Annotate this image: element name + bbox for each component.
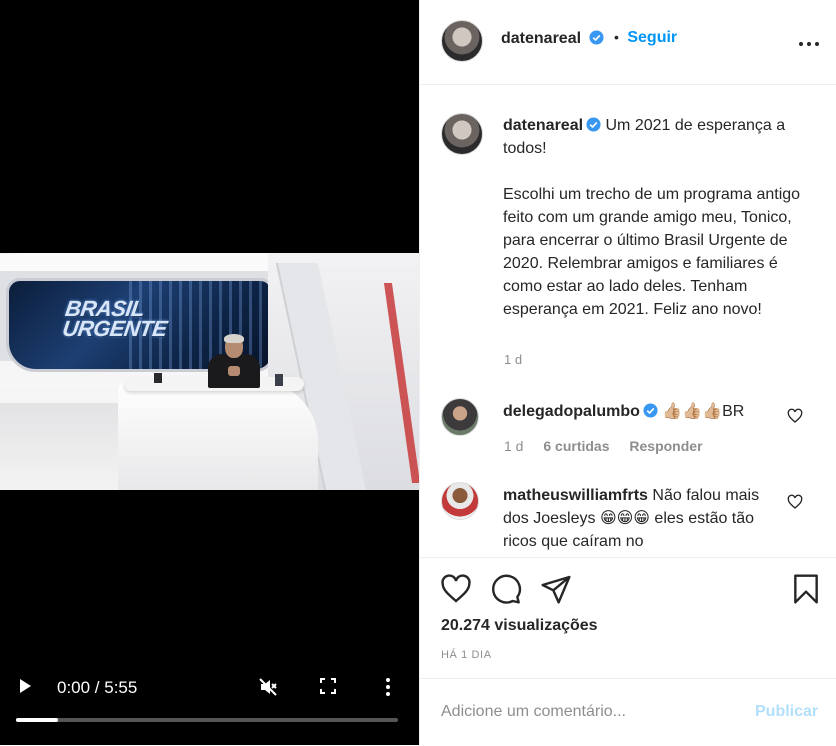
views-count[interactable]: 20.274 visualizações xyxy=(441,617,598,635)
like-comment-icon[interactable] xyxy=(787,494,803,510)
comment-username[interactable]: matheuswilliamfrts xyxy=(503,487,648,504)
like-heart-icon[interactable] xyxy=(440,573,472,605)
video-controls: 0:00 / 5:55 xyxy=(0,668,419,745)
video-player[interactable]: BRASIL URGENTE 0:00 / 5:55 xyxy=(0,0,419,745)
comment-time[interactable]: 1 d xyxy=(504,438,523,454)
fullscreen-icon[interactable] xyxy=(320,678,336,694)
avatar[interactable] xyxy=(441,20,483,62)
header-username[interactable]: datenareal xyxy=(501,30,604,48)
presenter-hands xyxy=(228,366,240,376)
caption-line1: datenareal Um 2021 de esperança a todos! xyxy=(503,114,803,160)
play-icon[interactable] xyxy=(17,678,33,694)
caption-timestamp[interactable]: 1 d xyxy=(504,352,522,367)
presenter xyxy=(206,334,262,388)
video-progress-bar[interactable] xyxy=(16,718,398,722)
comment-text: matheuswilliamfrts Não falou mais dos Jo… xyxy=(503,484,763,553)
presenter-hair xyxy=(224,334,244,343)
desk-mug xyxy=(154,373,162,383)
caption-paragraph: Escolhi um trecho de um programa antigo … xyxy=(503,186,801,318)
share-send-icon[interactable] xyxy=(540,573,572,605)
avatar[interactable] xyxy=(441,482,479,520)
post-caption: datenareal Um 2021 de esperança a todos!… xyxy=(503,114,803,321)
video-frame[interactable]: BRASIL URGENTE xyxy=(0,253,419,490)
more-vertical-icon[interactable] xyxy=(380,677,396,697)
mute-icon[interactable] xyxy=(258,677,278,697)
show-logo-line2: URGENTE xyxy=(60,316,169,341)
bookmark-icon[interactable] xyxy=(790,573,822,605)
verified-badge-icon xyxy=(586,117,601,132)
comment-likes[interactable]: 6 curtidas xyxy=(543,438,609,454)
comments-list[interactable]: datenareal Um 2021 de esperança a todos!… xyxy=(420,85,836,557)
add-comment-bar: Adicione um comentário... Publicar xyxy=(420,678,836,746)
verified-badge-icon xyxy=(643,403,658,418)
desk-mug xyxy=(275,374,283,386)
video-progress-fill xyxy=(16,718,59,722)
more-horizontal-icon[interactable] xyxy=(798,36,820,46)
avatar[interactable] xyxy=(441,113,483,155)
caption-username[interactable]: datenareal xyxy=(503,117,583,134)
post-sidebar: datenareal • Seguir datenareal Um 2021 d… xyxy=(419,0,836,745)
studio-floor xyxy=(0,403,130,490)
post-actions: 20.274 visualizações HÁ 1 DIA xyxy=(420,557,836,678)
post-header: datenareal • Seguir xyxy=(420,0,836,85)
anchor-desk xyxy=(118,381,318,490)
like-comment-icon[interactable] xyxy=(787,408,803,424)
comment-username[interactable]: delegadopalumbo xyxy=(503,403,640,420)
post-timestamp[interactable]: HÁ 1 DIA xyxy=(441,649,492,661)
avatar[interactable] xyxy=(441,398,479,436)
comment-meta: 1 d 6 curtidas Responder xyxy=(504,438,719,454)
header-username-text[interactable]: datenareal xyxy=(501,30,581,47)
follow-label[interactable]: Seguir xyxy=(627,29,677,46)
publish-button[interactable]: Publicar xyxy=(755,703,818,721)
comment-text: delegadopalumbo 👍🏼👍🏼👍🏼BR xyxy=(503,400,763,423)
comment-input[interactable]: Adicione um comentário... xyxy=(441,703,626,721)
comment-bubble-icon[interactable] xyxy=(490,573,522,605)
show-logo: BRASIL URGENTE xyxy=(60,296,171,341)
verified-badge-icon xyxy=(588,30,604,45)
follow-button[interactable]: • Seguir xyxy=(614,29,677,47)
comment-body: 👍🏼👍🏼👍🏼BR xyxy=(662,403,745,420)
reply-button[interactable]: Responder xyxy=(629,438,702,454)
video-time: 0:00 / 5:55 xyxy=(57,678,138,697)
follow-separator: • xyxy=(614,29,619,45)
